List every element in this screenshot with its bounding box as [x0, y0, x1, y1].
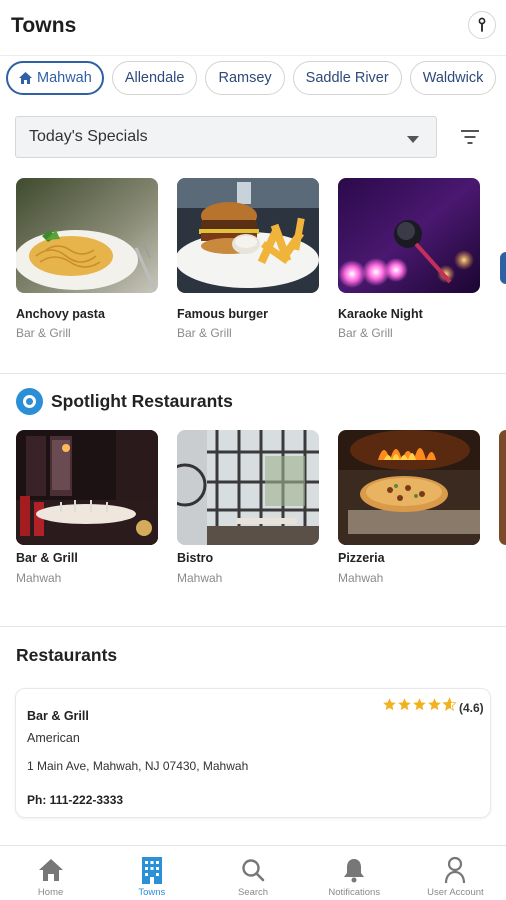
- special-image-burger: [177, 178, 319, 293]
- tab-label: Towns: [138, 887, 166, 898]
- spotlight-town: Mahwah: [177, 571, 223, 585]
- special-image-pasta: [16, 178, 158, 293]
- star-icon: [383, 698, 396, 711]
- spotlight-icon: [16, 388, 43, 415]
- special-image-karaoke: [338, 178, 480, 293]
- town-chip-allendale[interactable]: Allendale: [111, 61, 198, 95]
- bell-icon: [344, 859, 365, 883]
- user-icon: [445, 856, 466, 884]
- special-place: Bar & Grill: [16, 326, 71, 340]
- tab-user-account[interactable]: User Account: [405, 846, 506, 900]
- spotlight-town: Mahwah: [338, 571, 384, 585]
- star-rating: [382, 697, 457, 712]
- home-icon: [18, 71, 33, 85]
- spotlight-row: Bar & Grill Mahwah Bistro Mahwah Pizzeri…: [16, 430, 480, 585]
- section-divider: [0, 626, 506, 627]
- special-card[interactable]: Karaoke Night Bar & Grill: [338, 178, 480, 340]
- spotlight-town: Mahwah: [16, 571, 62, 585]
- carousel-next-peek: [499, 430, 506, 545]
- town-chip-waldwick[interactable]: Waldwick: [409, 61, 497, 95]
- pin-icon: [478, 17, 486, 32]
- town-chip-ramsey[interactable]: Ramsey: [205, 61, 285, 95]
- tab-label: Notifications: [328, 887, 381, 898]
- town-chip-label: Ramsey: [218, 70, 272, 86]
- special-card[interactable]: Famous burger Bar & Grill: [177, 178, 319, 340]
- town-chip-mahwah[interactable]: Mahwah: [6, 61, 104, 95]
- spotlight-name: Bistro: [177, 551, 214, 565]
- special-place: Bar & Grill: [338, 326, 393, 340]
- special-card[interactable]: Anchovy pasta Bar & Grill: [16, 178, 158, 340]
- restaurant-address: 1 Main Ave, Mahwah, NJ 07430, Mahwah: [27, 759, 249, 773]
- filter-icon: [461, 130, 479, 144]
- rating-value: (4.6): [459, 701, 484, 715]
- special-name: Famous burger: [177, 307, 268, 321]
- tab-label: Search: [237, 887, 269, 898]
- specials-dropdown[interactable]: Today's Specials: [15, 116, 437, 158]
- star-icon: [398, 698, 411, 711]
- town-chip-saddle-river[interactable]: Saddle River: [292, 61, 402, 95]
- town-chip-label: Mahwah: [37, 70, 92, 86]
- restaurant-cuisine: American: [27, 731, 80, 745]
- spotlight-image-pizzeria: [338, 430, 480, 545]
- town-chip-label: Waldwick: [422, 70, 484, 86]
- restaurants-title: Restaurants: [16, 645, 118, 665]
- tab-notifications[interactable]: Notifications: [304, 846, 405, 900]
- restaurant-card[interactable]: Bar & Grill American 1 Main Ave, Mahwah,…: [15, 688, 491, 818]
- spotlight-card[interactable]: Bar & Grill Mahwah: [16, 430, 158, 585]
- star-icon: [428, 698, 441, 711]
- location-pin-button[interactable]: [468, 11, 496, 39]
- search-icon: [242, 859, 265, 882]
- spotlight-card[interactable]: Bistro Mahwah: [177, 430, 319, 585]
- bottom-tab-bar: Home Towns Search Notifications User Acc…: [0, 845, 506, 900]
- spotlight-image-bistro: [177, 430, 319, 545]
- building-icon: [141, 857, 162, 884]
- spotlight-name: Bar & Grill: [16, 551, 78, 565]
- special-name: Anchovy pasta: [16, 307, 105, 321]
- restaurant-phone: Ph: 111-222-3333: [27, 793, 124, 807]
- home-icon: [38, 859, 63, 881]
- town-chip-label: Saddle River: [305, 70, 389, 86]
- chevron-down-icon: [407, 136, 419, 143]
- restaurant-name: Bar & Grill: [27, 709, 89, 723]
- page-title: Towns: [11, 14, 77, 37]
- tab-label: User Account: [427, 887, 484, 898]
- special-name: Karaoke Night: [338, 307, 423, 321]
- star-icon: [413, 698, 426, 711]
- star-half-icon: [442, 697, 457, 711]
- spotlight-card[interactable]: Pizzeria Mahwah: [338, 430, 480, 585]
- town-chip-label: Allendale: [124, 70, 185, 86]
- spotlight-title: Spotlight Restaurants: [51, 391, 233, 411]
- town-chips: Mahwah Allendale Ramsey Saddle River Wal…: [6, 61, 497, 97]
- spotlight-name: Pizzeria: [338, 551, 385, 565]
- carousel-next-peek: [500, 252, 506, 284]
- tab-home[interactable]: Home: [0, 846, 101, 900]
- filter-button[interactable]: [459, 128, 481, 146]
- specials-row: Anchovy pasta Bar & Grill Famous burger …: [16, 178, 480, 340]
- tab-towns[interactable]: Towns: [101, 846, 202, 900]
- spotlight-image-bar-grill: [16, 430, 158, 545]
- section-divider: [0, 373, 506, 374]
- specials-dropdown-value: Today's Specials: [29, 128, 148, 145]
- app-header: Towns: [0, 0, 506, 56]
- special-place: Bar & Grill: [177, 326, 232, 340]
- tab-search[interactable]: Search: [202, 846, 303, 900]
- tab-label: Home: [37, 887, 64, 898]
